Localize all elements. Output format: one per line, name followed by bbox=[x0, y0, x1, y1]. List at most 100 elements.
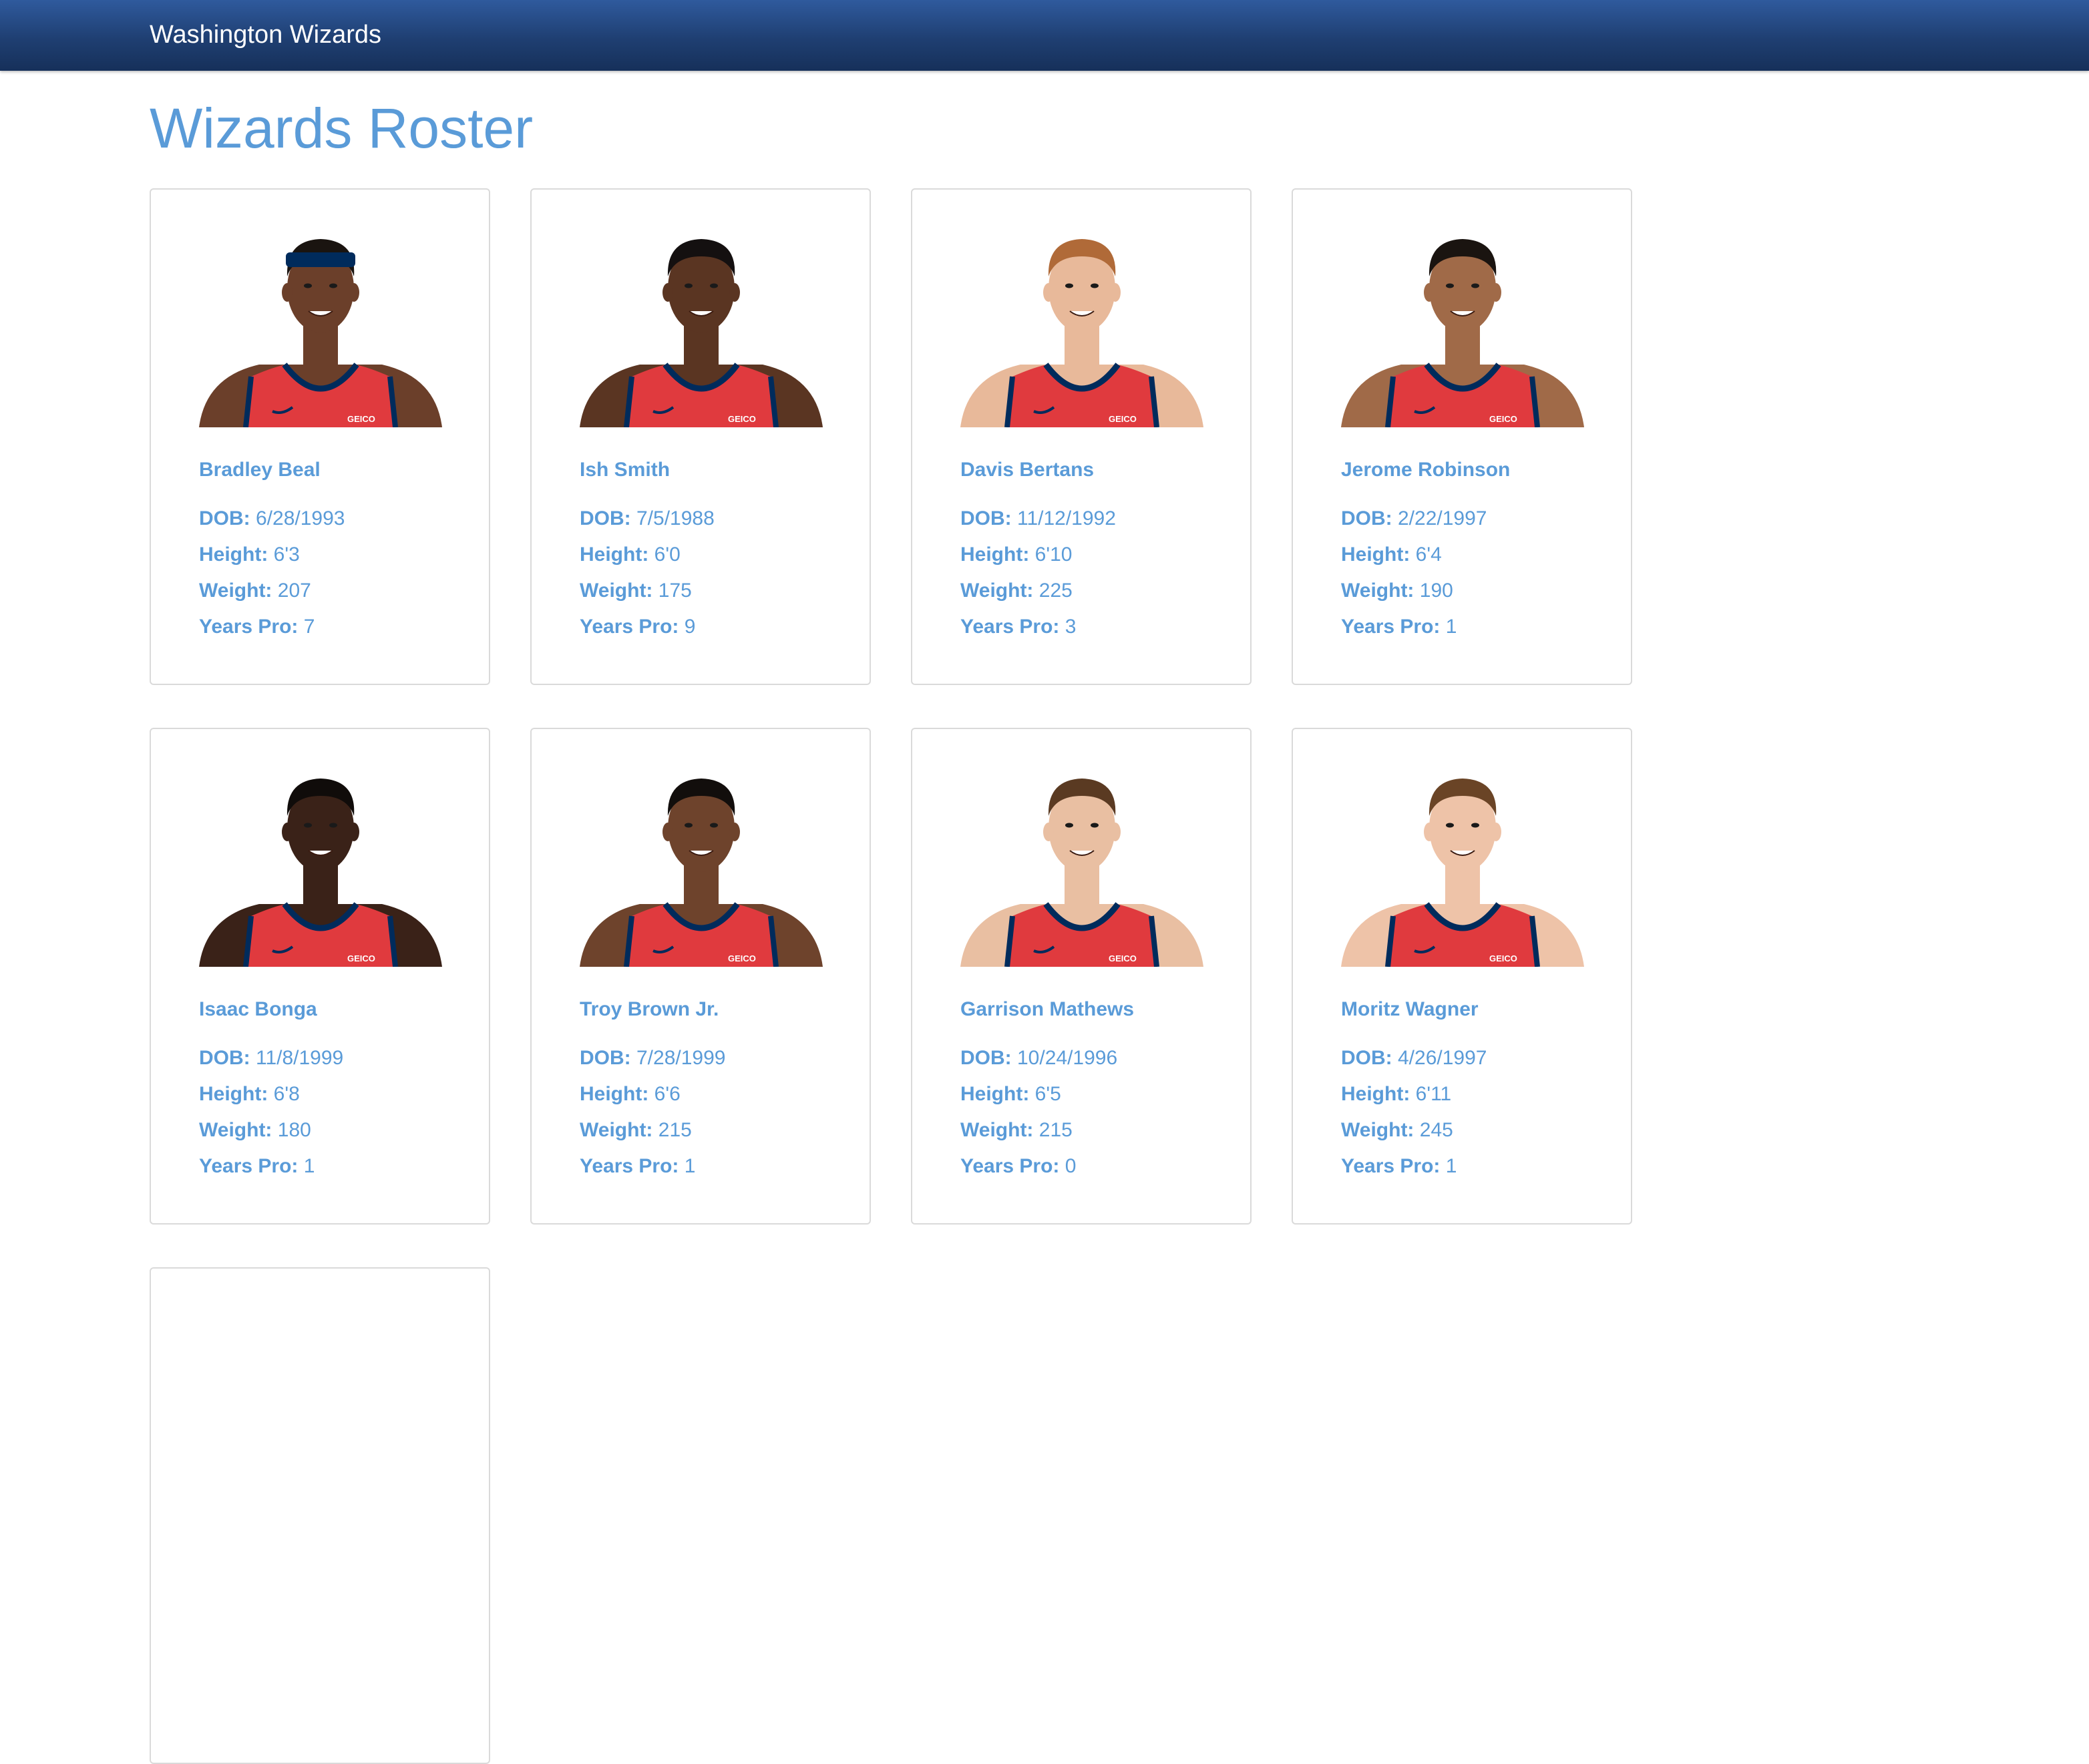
navbar-brand-link[interactable]: Washington Wizards bbox=[150, 19, 381, 51]
player-info: Garrison Mathews DOB: 10/24/1996 Height: 6… bbox=[960, 996, 1134, 1184]
player-weight-value: 175 bbox=[652, 580, 692, 602]
player-dob: DOB: 11/8/1999 bbox=[199, 1040, 343, 1076]
player-photo: GEICO bbox=[934, 210, 1230, 427]
player-weight-label: Weight: bbox=[199, 580, 272, 602]
player-years-pro-value: 1 bbox=[298, 1155, 315, 1177]
player-height-label: Height: bbox=[1341, 543, 1410, 566]
player-height: Height: 6'10 bbox=[960, 537, 1116, 573]
player-weight: Weight: 207 bbox=[199, 573, 345, 609]
player-photo-image: GEICO bbox=[553, 749, 849, 967]
player-dob: DOB: 7/28/1999 bbox=[580, 1040, 725, 1076]
player-years-pro: Years Pro: 1 bbox=[199, 1148, 343, 1184]
player-weight: Weight: 175 bbox=[580, 573, 715, 609]
player-weight: Weight: 225 bbox=[960, 573, 1116, 609]
svg-text:GEICO: GEICO bbox=[1489, 953, 1517, 963]
player-height-value: 6'0 bbox=[648, 543, 681, 566]
player-years-pro: Years Pro: 3 bbox=[960, 609, 1116, 645]
player-name: Bradley Beal bbox=[199, 459, 321, 481]
player-photo: GEICO bbox=[172, 210, 469, 427]
player-height: Height: 6'5 bbox=[960, 1076, 1134, 1112]
player-weight: Weight: 190 bbox=[1341, 573, 1510, 609]
player-height-label: Height: bbox=[960, 543, 1030, 566]
player-name: Moritz Wagner bbox=[1341, 998, 1479, 1020]
player-photo: GEICO bbox=[1314, 749, 1611, 967]
player-years-pro-label: Years Pro: bbox=[960, 616, 1060, 638]
roster-grid: GEICO Bradley Beal DOB: 6/28/1993 Height: 6… bbox=[150, 188, 1675, 1764]
player-height: Height: 6'4 bbox=[1341, 537, 1510, 573]
player-dob-value: 4/26/1997 bbox=[1392, 1047, 1487, 1069]
player-years-pro-value: 9 bbox=[679, 616, 696, 638]
svg-text:GEICO: GEICO bbox=[728, 953, 756, 963]
player-height: Height: 6'6 bbox=[580, 1076, 725, 1112]
player-height-value: 6'11 bbox=[1410, 1083, 1452, 1105]
player-weight: Weight: 245 bbox=[1341, 1112, 1487, 1148]
player-years-pro-label: Years Pro: bbox=[580, 616, 679, 638]
player-years-pro-label: Years Pro: bbox=[199, 1155, 299, 1177]
player-photo: GEICO bbox=[553, 749, 849, 967]
player-photo-image: GEICO bbox=[172, 749, 469, 967]
player-dob-value: 7/28/1999 bbox=[630, 1047, 726, 1069]
player-name: Jerome Robinson bbox=[1341, 459, 1511, 481]
player-dob-value: 11/12/1992 bbox=[1011, 507, 1116, 529]
player-info: Bradley Beal DOB: 6/28/1993 Height: 6'3 Wei… bbox=[199, 457, 345, 645]
player-height: Height: 6'3 bbox=[199, 537, 345, 573]
player-photo-image: GEICO bbox=[934, 210, 1230, 427]
player-weight-value: 245 bbox=[1414, 1119, 1453, 1141]
svg-text:GEICO: GEICO bbox=[347, 953, 375, 963]
player-years-pro-value: 1 bbox=[1440, 1155, 1457, 1177]
player-info: Jerome Robinson DOB: 2/22/1997 Height: 6'4… bbox=[1341, 457, 1510, 645]
player-height: Height: 6'0 bbox=[580, 537, 715, 573]
player-photo: GEICO bbox=[934, 749, 1230, 967]
player-height-label: Height: bbox=[580, 543, 649, 566]
player-dob: DOB: 10/24/1996 bbox=[960, 1040, 1134, 1076]
player-weight-value: 215 bbox=[1033, 1119, 1073, 1141]
player-years-pro-label: Years Pro: bbox=[199, 616, 299, 638]
player-years-pro: Years Pro: 7 bbox=[199, 609, 345, 645]
svg-text:GEICO: GEICO bbox=[728, 414, 756, 424]
player-years-pro-label: Years Pro: bbox=[1341, 616, 1441, 638]
svg-text:GEICO: GEICO bbox=[1489, 414, 1517, 424]
player-height-value: 6'6 bbox=[648, 1083, 681, 1105]
player-height-value: 6'5 bbox=[1029, 1083, 1061, 1105]
player-dob-label: DOB: bbox=[1341, 507, 1392, 529]
player-weight-label: Weight: bbox=[1341, 1119, 1414, 1141]
player-years-pro: Years Pro: 9 bbox=[580, 609, 715, 645]
player-card: GEICO Jerome Robinson DOB: 2/22/1997 Height… bbox=[1292, 188, 1632, 685]
player-card-partial bbox=[150, 1267, 490, 1764]
player-dob-label: DOB: bbox=[1341, 1047, 1392, 1069]
player-weight-value: 215 bbox=[652, 1119, 692, 1141]
player-dob: DOB: 6/28/1993 bbox=[199, 501, 345, 537]
player-years-pro: Years Pro: 1 bbox=[580, 1148, 725, 1184]
player-height-label: Height: bbox=[199, 543, 268, 566]
player-weight-label: Weight: bbox=[199, 1119, 272, 1141]
player-weight-value: 225 bbox=[1033, 580, 1073, 602]
player-card: GEICO Troy Brown Jr. DOB: 7/28/1999 Height:… bbox=[530, 728, 871, 1225]
player-years-pro: Years Pro: 0 bbox=[960, 1148, 1134, 1184]
player-dob: DOB: 4/26/1997 bbox=[1341, 1040, 1487, 1076]
player-dob-value: 11/8/1999 bbox=[250, 1047, 344, 1069]
player-name: Ish Smith bbox=[580, 459, 671, 481]
player-dob-value: 7/5/1988 bbox=[630, 507, 715, 529]
player-years-pro: Years Pro: 1 bbox=[1341, 609, 1510, 645]
page-title: Wizards Roster bbox=[150, 97, 534, 160]
player-dob-label: DOB: bbox=[199, 507, 250, 529]
player-name: Garrison Mathews bbox=[960, 998, 1135, 1020]
player-weight-value: 180 bbox=[272, 1119, 311, 1141]
player-height-value: 6'4 bbox=[1410, 543, 1442, 566]
player-dob-label: DOB: bbox=[960, 1047, 1012, 1069]
player-weight-label: Weight: bbox=[580, 580, 653, 602]
player-dob-label: DOB: bbox=[580, 1047, 631, 1069]
player-photo-image: GEICO bbox=[553, 210, 849, 427]
player-card: GEICO Isaac Bonga DOB: 11/8/1999 Height: 6'… bbox=[150, 728, 490, 1225]
player-height: Height: 6'8 bbox=[199, 1076, 343, 1112]
player-dob-value: 6/28/1993 bbox=[250, 507, 345, 529]
player-years-pro-value: 3 bbox=[1059, 616, 1077, 638]
navbar: Washington Wizards bbox=[0, 0, 2089, 71]
svg-text:GEICO: GEICO bbox=[1109, 414, 1137, 424]
player-years-pro-value: 1 bbox=[1440, 616, 1457, 638]
player-photo-image: GEICO bbox=[1314, 749, 1611, 967]
player-weight-label: Weight: bbox=[960, 580, 1034, 602]
player-weight-label: Weight: bbox=[580, 1119, 653, 1141]
player-weight: Weight: 180 bbox=[199, 1112, 343, 1148]
player-photo-image: GEICO bbox=[934, 749, 1230, 967]
